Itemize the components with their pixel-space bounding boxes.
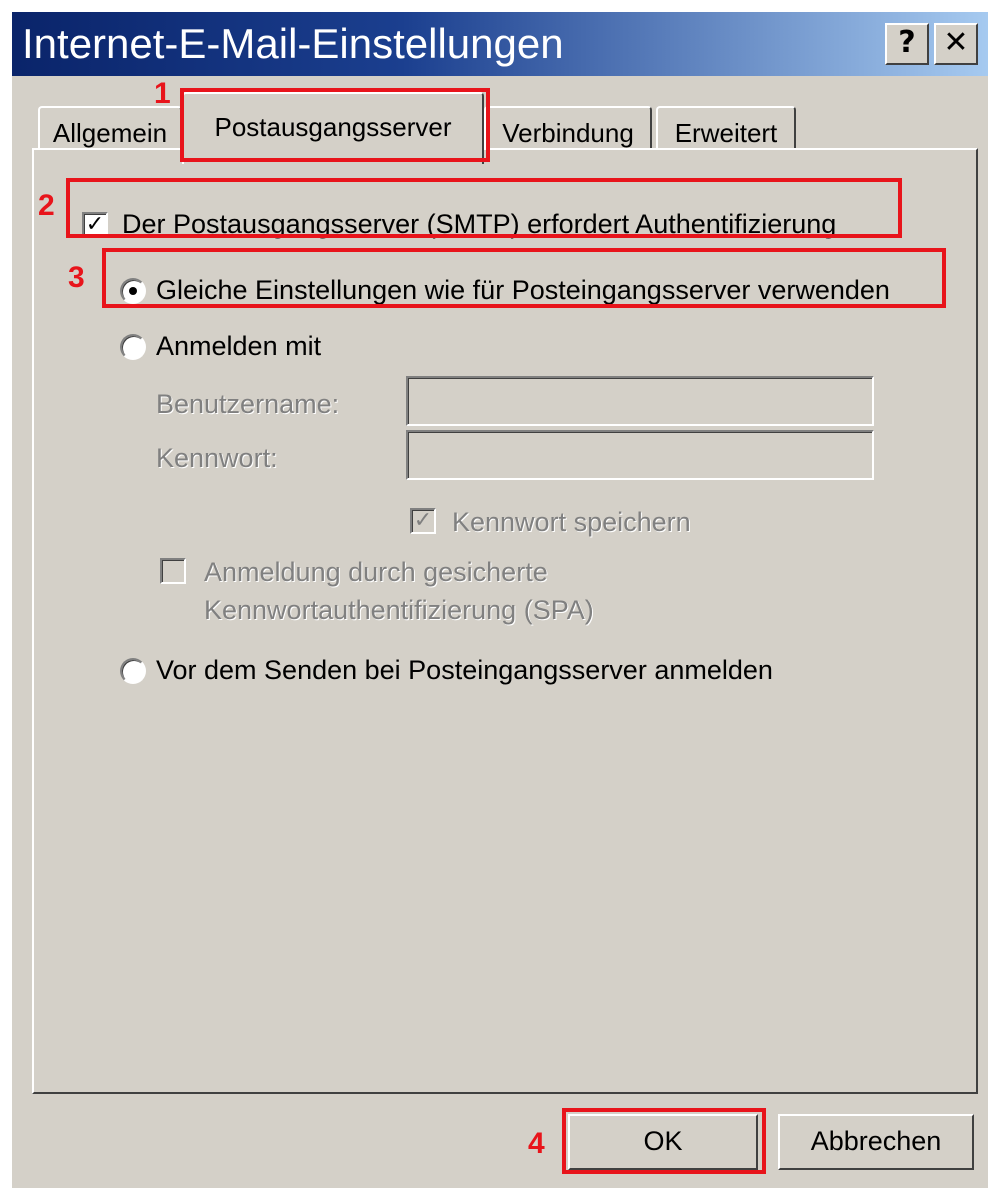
username-input[interactable] [406, 376, 874, 426]
smtp-auth-label[interactable]: Der Postausgangsserver (SMTP) erfordert … [122, 206, 836, 242]
password-label: Kennwort: [156, 443, 278, 473]
spa-label-line2: Kennwortauthentifizierung (SPA) [204, 595, 594, 625]
tab-postausgangsserver[interactable]: Postausgangsserver [182, 92, 484, 164]
close-button[interactable]: ✕ [934, 23, 978, 65]
close-icon: ✕ [943, 25, 969, 60]
login-with-label[interactable]: Anmelden mit [156, 328, 321, 364]
save-password-checkbox[interactable]: ✓ [410, 508, 436, 534]
annotation-number-1: 1 [154, 77, 171, 110]
pop-before-smtp-radio[interactable] [120, 658, 146, 684]
spa-checkbox[interactable] [160, 558, 186, 584]
same-settings-label[interactable]: Gleiche Einstellungen wie für Posteingan… [156, 272, 890, 308]
tab-panel-postausgangsserver: ✓ Der Postausgangsserver (SMTP) erforder… [32, 148, 978, 1094]
email-settings-dialog: Internet-E-Mail-Einstellungen ? ✕ Allgem… [12, 12, 988, 1188]
help-button[interactable]: ? [885, 23, 929, 65]
cancel-button[interactable]: Abbrechen [778, 1114, 974, 1170]
pop-before-smtp-label[interactable]: Vor dem Senden bei Posteingangsserver an… [156, 652, 773, 688]
title-bar[interactable]: Internet-E-Mail-Einstellungen ? ✕ [12, 12, 988, 76]
dialog-title: Internet-E-Mail-Einstellungen [22, 20, 564, 67]
smtp-auth-checkbox[interactable]: ✓ [82, 212, 108, 238]
radio-selected-dot [129, 287, 137, 295]
save-password-label: Kennwort speichern [452, 507, 691, 537]
annotation-number-4: 4 [528, 1127, 545, 1160]
annotation-number-2: 2 [38, 189, 55, 222]
login-with-radio[interactable] [120, 334, 146, 360]
same-settings-radio[interactable] [120, 278, 146, 304]
password-input[interactable] [406, 430, 874, 480]
annotation-number-3: 3 [68, 261, 85, 294]
username-label: Benutzername: [156, 389, 340, 419]
ok-button[interactable]: OK [568, 1114, 758, 1170]
spa-label-line1: Anmeldung durch gesicherte [204, 557, 548, 587]
